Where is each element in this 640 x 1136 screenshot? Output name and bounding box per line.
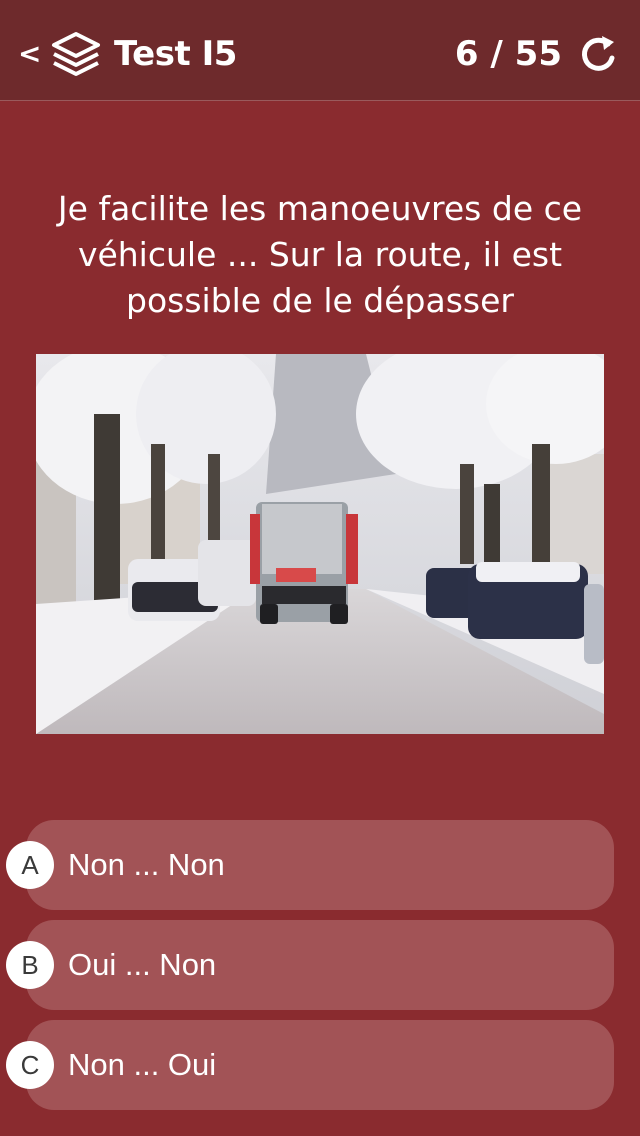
question-text: Je facilite les manoeuvres de ce véhicul… xyxy=(57,189,583,320)
answer-letter-badge: B xyxy=(6,941,54,989)
top-bar: < Test I5 6 / 55 xyxy=(0,0,640,101)
answer-letter-badge: C xyxy=(6,1041,54,1089)
question-counter: 6 / 55 xyxy=(454,34,562,74)
layers-stack-icon xyxy=(52,32,100,76)
answer-option-a[interactable]: A Non ... Non xyxy=(6,820,614,910)
answer-text: Non ... Non xyxy=(68,847,225,882)
answer-letter-badge: A xyxy=(6,841,54,889)
test-title: Test I5 xyxy=(114,34,237,74)
refresh-icon[interactable] xyxy=(578,32,618,76)
answer-text: Non ... Oui xyxy=(68,1047,217,1082)
answer-text: Oui ... Non xyxy=(68,947,217,982)
back-button[interactable]: < xyxy=(18,34,41,74)
answer-option-b[interactable]: B Oui ... Non xyxy=(6,920,614,1010)
answer-option-c[interactable]: C Non ... Oui xyxy=(6,1020,614,1110)
question-photo xyxy=(36,354,604,734)
